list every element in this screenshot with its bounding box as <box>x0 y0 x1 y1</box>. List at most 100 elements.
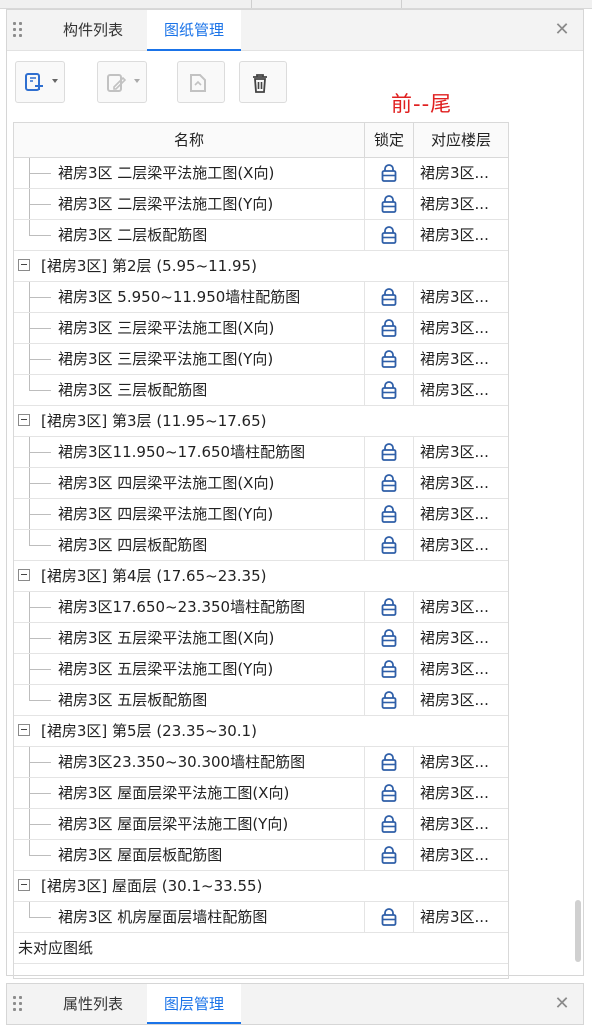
table-row[interactable]: 裙房3区 五层板配筋图 裙房3区... <box>14 685 508 716</box>
edit-drawing-button[interactable] <box>97 61 147 103</box>
tree-line <box>29 204 51 205</box>
table-row[interactable]: 裙房3区 屋面层梁平法施工图(X向) 裙房3区... <box>14 778 508 809</box>
floor-cell[interactable]: 裙房3区... <box>414 313 508 343</box>
group-row[interactable]: [裙房3区] 第5层 (23.35~30.1) <box>14 716 508 747</box>
lock-cell[interactable] <box>365 189 414 219</box>
floor-cell[interactable]: 裙房3区... <box>414 158 508 188</box>
floor-cell[interactable]: 裙房3区... <box>414 840 508 870</box>
collapse-toggle-icon[interactable] <box>18 569 30 581</box>
collapse-toggle-icon[interactable] <box>18 879 30 891</box>
floor-cell[interactable]: 裙房3区... <box>414 468 508 498</box>
row-label: 裙房3区 屋面层板配筋图 <box>58 846 223 864</box>
table-row[interactable]: 裙房3区17.650~23.350墙柱配筋图 裙房3区... <box>14 592 508 623</box>
tree-line <box>29 669 51 670</box>
table-row[interactable]: 裙房3区 5.950~11.950墙柱配筋图 裙房3区... <box>14 282 508 313</box>
row-label: 裙房3区 四层梁平法施工图(Y向) <box>58 505 274 523</box>
lock-cell[interactable] <box>365 654 414 684</box>
floor-cell[interactable]: 裙房3区... <box>414 778 508 808</box>
lock-cell[interactable] <box>365 344 414 374</box>
close-icon[interactable]: ✕ <box>551 993 573 1015</box>
lock-cell[interactable] <box>365 220 414 250</box>
tab-component-list[interactable]: 构件列表 <box>45 10 141 50</box>
table-row[interactable]: 裙房3区23.350~30.300墙柱配筋图 裙房3区... <box>14 747 508 778</box>
drag-grip-icon[interactable] <box>13 996 25 1014</box>
floor-cell[interactable]: 裙房3区... <box>414 623 508 653</box>
header-lock[interactable]: 锁定 <box>365 123 414 157</box>
copy-drawing-button[interactable] <box>177 61 225 103</box>
group-row[interactable]: [裙房3区] 屋面层 (30.1~33.55) <box>14 871 508 902</box>
lock-cell[interactable] <box>365 468 414 498</box>
lock-cell[interactable] <box>365 158 414 188</box>
lock-cell[interactable] <box>365 623 414 653</box>
tab-drawing-management[interactable]: 图纸管理 <box>147 10 241 51</box>
floor-cell[interactable]: 裙房3区... <box>414 685 508 715</box>
table-row[interactable]: 裙房3区 五层梁平法施工图(X向) 裙房3区... <box>14 623 508 654</box>
floor-cell[interactable]: 裙房3区... <box>414 654 508 684</box>
table-row[interactable]: 裙房3区 屋面层梁平法施工图(Y向) 裙房3区... <box>14 809 508 840</box>
table-row[interactable]: 裙房3区 四层梁平法施工图(Y向) 裙房3区... <box>14 499 508 530</box>
group-row[interactable]: [裙房3区] 第3层 (11.95~17.65) <box>14 406 508 437</box>
row-name-cell: 裙房3区11.950~17.650墙柱配筋图 <box>14 437 365 467</box>
tree-line <box>29 452 51 453</box>
collapse-toggle-icon[interactable] <box>18 414 30 426</box>
floor-cell[interactable]: 裙房3区... <box>414 189 508 219</box>
lock-cell[interactable] <box>365 778 414 808</box>
lock-cell[interactable] <box>365 685 414 715</box>
group-row[interactable]: [裙房3区] 第2层 (5.95~11.95) <box>14 251 508 282</box>
chevron-down-icon[interactable] <box>134 79 140 83</box>
collapse-toggle-icon[interactable] <box>18 724 30 736</box>
floor-cell[interactable]: 裙房3区... <box>414 220 508 250</box>
table-row[interactable]: 裙房3区 四层梁平法施工图(X向) 裙房3区... <box>14 468 508 499</box>
lock-cell[interactable] <box>365 747 414 777</box>
lock-cell[interactable] <box>365 499 414 529</box>
floor-cell[interactable]: 裙房3区... <box>414 592 508 622</box>
table-row[interactable]: 裙房3区 三层梁平法施工图(X向) 裙房3区... <box>14 313 508 344</box>
header-floor[interactable]: 对应楼层 <box>414 123 508 157</box>
header-name[interactable]: 名称 <box>14 123 365 157</box>
tab-layer-management[interactable]: 图层管理 <box>147 984 241 1024</box>
table-row[interactable]: 裙房3区 二层梁平法施工图(X向) 裙房3区... <box>14 158 508 189</box>
collapse-toggle-icon[interactable] <box>18 259 30 271</box>
trash-icon <box>253 74 267 93</box>
floor-cell[interactable]: 裙房3区... <box>414 282 508 312</box>
floor-cell[interactable]: 裙房3区... <box>414 437 508 467</box>
lock-cell[interactable] <box>365 282 414 312</box>
table-row[interactable]: 裙房3区 三层梁平法施工图(Y向) 裙房3区... <box>14 344 508 375</box>
row-name-cell: 裙房3区 机房屋面层墙柱配筋图 <box>14 902 365 932</box>
table-row[interactable]: 未对应图纸 <box>14 933 508 964</box>
group-row[interactable]: [裙房3区] 第4层 (17.65~23.35) <box>14 561 508 592</box>
drag-grip-icon[interactable] <box>13 22 25 40</box>
add-drawing-button[interactable] <box>15 61 65 103</box>
floor-cell[interactable]: 裙房3区... <box>414 499 508 529</box>
table-row[interactable]: 裙房3区 二层板配筋图 裙房3区... <box>14 220 508 251</box>
tab-property-list[interactable]: 属性列表 <box>45 984 141 1024</box>
table-row[interactable]: 裙房3区 二层梁平法施工图(Y向) 裙房3区... <box>14 189 508 220</box>
close-icon[interactable]: ✕ <box>551 19 573 41</box>
delete-button[interactable] <box>239 61 287 103</box>
lock-cell[interactable] <box>365 437 414 467</box>
lock-cell[interactable] <box>365 530 414 560</box>
floor-cell[interactable]: 裙房3区... <box>414 344 508 374</box>
table-row[interactable]: 裙房3区 五层梁平法施工图(Y向) 裙房3区... <box>14 654 508 685</box>
vertical-scrollbar[interactable] <box>575 900 581 962</box>
table-row[interactable]: 裙房3区11.950~17.650墙柱配筋图 裙房3区... <box>14 437 508 468</box>
tree-line <box>29 514 51 515</box>
chevron-down-icon[interactable] <box>52 79 58 83</box>
lock-cell[interactable] <box>365 313 414 343</box>
row-name-cell: 裙房3区 五层梁平法施工图(X向) <box>14 623 365 653</box>
table-row[interactable]: 裙房3区 三层板配筋图 裙房3区... <box>14 375 508 406</box>
lock-cell[interactable] <box>365 902 414 932</box>
floor-cell[interactable]: 裙房3区... <box>414 747 508 777</box>
table-row[interactable]: 裙房3区 机房屋面层墙柱配筋图 裙房3区... <box>14 902 508 933</box>
table-row[interactable]: 裙房3区 屋面层板配筋图 裙房3区... <box>14 840 508 871</box>
floor-cell[interactable]: 裙房3区... <box>414 902 508 932</box>
table-row[interactable]: 裙房3区 四层板配筋图 裙房3区... <box>14 530 508 561</box>
lock-cell[interactable] <box>365 592 414 622</box>
lock-cell[interactable] <box>365 840 414 870</box>
lock-cell[interactable] <box>365 375 414 405</box>
lock-cell[interactable] <box>365 809 414 839</box>
floor-cell[interactable]: 裙房3区... <box>414 809 508 839</box>
tree-line <box>29 483 51 484</box>
floor-cell[interactable]: 裙房3区... <box>414 530 508 560</box>
floor-cell[interactable]: 裙房3区... <box>414 375 508 405</box>
